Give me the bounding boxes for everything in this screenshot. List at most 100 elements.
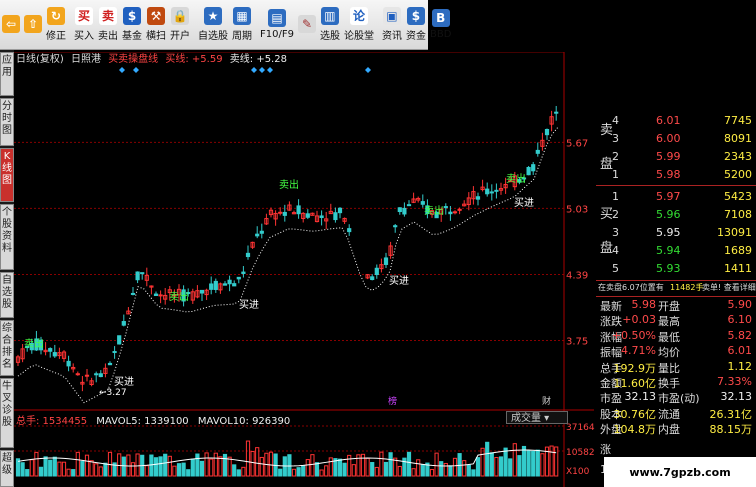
- candle-body: [554, 111, 559, 114]
- stat-key: 市盈: [600, 392, 622, 406]
- volume-bar: [130, 462, 136, 477]
- candle-body: [319, 215, 324, 219]
- toolbar-button-13[interactable]: 论论股堂: [342, 0, 376, 49]
- volume-bar: [259, 456, 264, 477]
- stat-key: 市盈(动): [658, 392, 700, 406]
- volume-bar: [351, 464, 356, 477]
- volume-bar: [94, 463, 99, 477]
- candle-body: [420, 201, 425, 205]
- buy-icon: 买: [75, 7, 93, 25]
- toolbar-button-6[interactable]: ⚒ 横扫: [144, 0, 168, 49]
- toolbar-button-16[interactable]: B BBD: [428, 0, 453, 49]
- toolbar-button-15[interactable]: $ 资金: [404, 0, 428, 49]
- toolbar-button-14[interactable]: ▣ 资讯: [380, 0, 404, 49]
- back-arrow-icon: ⇦: [2, 14, 20, 33]
- bid-level: 5: [612, 262, 619, 275]
- candle-body: [241, 271, 246, 274]
- candle-body: [135, 271, 140, 281]
- indicator-select[interactable]: 成交量 ▾: [506, 411, 568, 424]
- volume-bar: [291, 468, 297, 477]
- candle-body: [383, 257, 389, 265]
- sell-signal-label: 卖出: [424, 204, 444, 217]
- volume-bar: [204, 452, 209, 477]
- order-book-divider: [596, 296, 756, 297]
- toolbar-button-1[interactable]: ⇧: [22, 0, 44, 49]
- volume-bar: [342, 462, 347, 477]
- volume-bar: [34, 451, 39, 477]
- candle-body: [374, 267, 379, 276]
- volume-mavol10: MAVOL10: 926390: [197, 416, 291, 427]
- ask-volume: 2343: [724, 150, 752, 163]
- candle-body: [75, 373, 80, 376]
- toolbar-button-9[interactable]: ▦ 周期: [230, 0, 254, 49]
- candle-body: [526, 166, 531, 176]
- toolbar-button-0[interactable]: ⇦: [0, 0, 22, 49]
- bid-level: 1: [612, 190, 619, 203]
- buy-signal-label: 买进: [114, 376, 134, 388]
- volume-bar: [38, 466, 44, 477]
- side-tab-4[interactable]: 自选股: [0, 272, 14, 318]
- side-tab-7[interactable]: 超级: [0, 450, 14, 487]
- side-tab-bar: 应用分时图 K线图个股资料自选股综合排名牛叉诊股超级: [0, 50, 14, 487]
- toolbar-button-8[interactable]: ★ 自选股: [196, 0, 230, 49]
- stat-value: 7.33%: [717, 375, 752, 388]
- candle-body: [402, 207, 407, 215]
- candle-body: [535, 149, 540, 154]
- toolbar-button-4[interactable]: 卖卖出: [96, 0, 120, 49]
- watermark: www.7gpzb.com: [604, 457, 756, 487]
- buy-signal-label: 买进: [389, 275, 409, 287]
- candle-body: [94, 373, 99, 376]
- volume-bar: [457, 453, 462, 477]
- candle-body: [370, 276, 375, 281]
- side-tab-6[interactable]: 牛叉诊股: [0, 378, 14, 448]
- candle-body: [227, 279, 232, 285]
- volume-bar: [218, 456, 223, 477]
- volume-bar: [485, 441, 490, 477]
- toolbar-button-12[interactable]: ▥ 选股: [318, 0, 342, 49]
- toolbar-button-2[interactable]: ↻ 修正: [44, 0, 68, 49]
- toolbar-button-5[interactable]: $ 基金: [120, 0, 144, 49]
- volume-bar: [172, 465, 177, 477]
- toolbar-button-11[interactable]: ✎: [296, 0, 318, 49]
- hammer-icon: ⚒: [147, 7, 165, 25]
- side-tab-5[interactable]: 综合排名: [0, 320, 14, 376]
- candle-body: [475, 196, 481, 200]
- side-tab-1[interactable]: 分时图: [0, 98, 14, 146]
- toolbar-button-10[interactable]: ▤ F10/F9: [258, 0, 296, 49]
- volume-bar: [232, 464, 237, 477]
- candle-body: [222, 283, 228, 286]
- toolbar-button-label: 开户: [170, 31, 190, 42]
- side-tab-3[interactable]: 个股资料: [0, 204, 14, 270]
- candle-body: [531, 164, 536, 172]
- volume-bar: [190, 458, 195, 477]
- candle-body: [278, 211, 283, 214]
- stat-value: 32.13: [720, 390, 753, 404]
- sell-icon: 卖: [99, 7, 117, 25]
- trade-line: [17, 126, 559, 404]
- candle-body: [259, 230, 264, 234]
- ask-price: 5.99: [656, 150, 681, 163]
- signal-diamond-icon: [119, 67, 125, 73]
- volume-bar: [397, 465, 402, 477]
- candle-body: [485, 188, 490, 195]
- toolbar-button-label: 论股堂: [343, 31, 374, 42]
- side-tab-0[interactable]: 应用: [0, 52, 14, 96]
- side-tab-2[interactable]: K线图: [0, 148, 14, 202]
- candle-body: [305, 213, 310, 218]
- volume-bar: [503, 447, 508, 477]
- toolbar-button-7[interactable]: 🔒 开户: [168, 0, 192, 49]
- candle-body: [52, 352, 57, 357]
- stat-value: 30.76亿: [613, 407, 657, 421]
- volume-bar: [153, 457, 159, 477]
- signal-diamond-icon: [365, 67, 371, 73]
- candle-body: [121, 321, 126, 326]
- candle-body: [112, 351, 117, 354]
- volume-bar: [498, 456, 504, 477]
- toolbar: ⇦ ⇧ ↻ 修正买买入卖卖出 $ 基金 ⚒ 横扫 🔒 开户 ★ 自选股 ▦ 周期 ▤ F10/F9 ✎ ▥ 选股论论…: [0, 0, 451, 50]
- volume-bar: [245, 440, 251, 477]
- volume-bar: [319, 469, 324, 477]
- toolbar-button-3[interactable]: 买买入: [72, 0, 96, 49]
- ask-level: 2: [612, 150, 619, 163]
- volume-bar: [301, 465, 306, 477]
- talk-icon: 论: [349, 7, 368, 25]
